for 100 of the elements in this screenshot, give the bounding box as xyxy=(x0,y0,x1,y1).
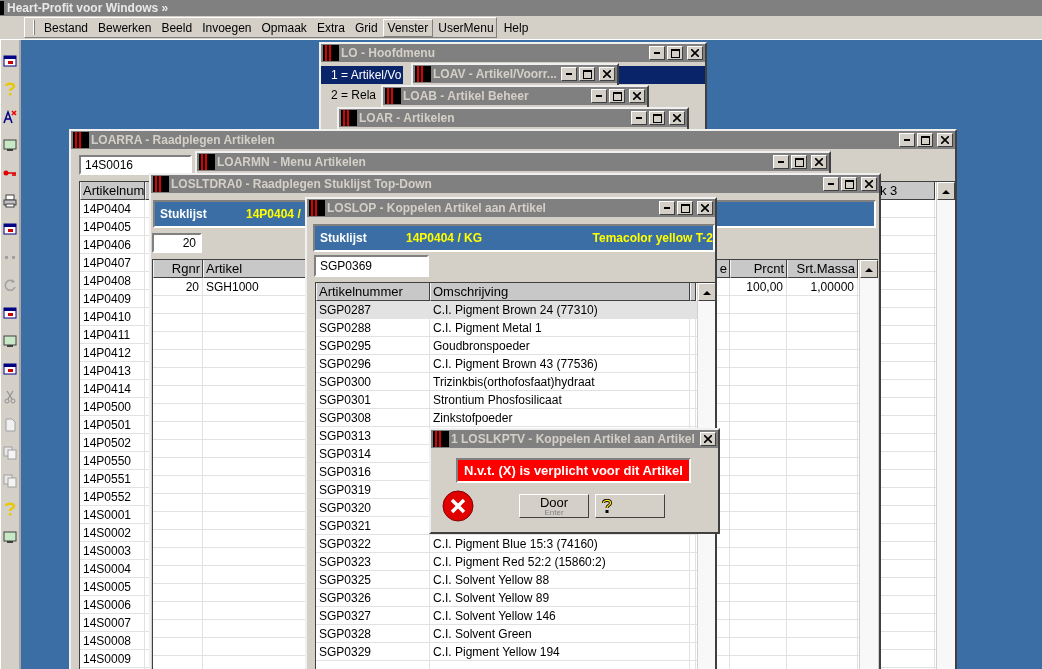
table-cell-text: SGP0322 xyxy=(318,535,373,552)
menu-item[interactable]: 1 = Artikel/Vo xyxy=(321,66,404,84)
article-code: 14P0404 / KG xyxy=(406,231,483,245)
menu-item[interactable]: Opmaak xyxy=(256,18,312,37)
table-row[interactable]: SGP0287 C.I. Pigment Brown 24 (77310) xyxy=(316,301,697,319)
window-icon[interactable] xyxy=(3,222,17,236)
menu-item[interactable]: Grid xyxy=(349,18,383,37)
minimize-button[interactable] xyxy=(899,133,915,147)
minimize-button[interactable] xyxy=(649,46,665,60)
app-icon xyxy=(309,200,325,216)
minimize-icon xyxy=(664,207,670,209)
table-cell-text: 14P0551 xyxy=(82,470,133,487)
close-button[interactable] xyxy=(861,177,877,191)
close-button[interactable] xyxy=(937,133,953,147)
search-field[interactable]: SGP0369 xyxy=(314,255,429,277)
maximize-button[interactable] xyxy=(649,111,665,125)
close-button[interactable] xyxy=(599,67,615,81)
screen-icon[interactable] xyxy=(3,334,17,348)
maximize-button[interactable] xyxy=(791,155,807,169)
close-button[interactable] xyxy=(629,89,645,103)
help-button[interactable] xyxy=(595,494,665,518)
table-cell-text: 14P0413 xyxy=(82,362,133,379)
menu-item[interactable]: Bestand xyxy=(39,18,94,37)
window-title: LOAB - Artikel Beheer xyxy=(403,89,529,103)
minimize-button[interactable] xyxy=(773,155,789,169)
close-button[interactable] xyxy=(811,155,827,169)
maximize-icon xyxy=(582,69,592,79)
window-icon[interactable] xyxy=(3,54,17,68)
menu-item[interactable]: Beeld xyxy=(156,18,198,37)
maximize-button[interactable] xyxy=(609,89,625,103)
menu-item[interactable]: Venster xyxy=(382,18,434,37)
table-row[interactable]: SGP0296 C.I. Pigment Brown 43 (77536) xyxy=(316,355,697,373)
maximize-button[interactable] xyxy=(917,133,933,147)
window-title: LOAR - Artikelen xyxy=(359,111,455,125)
window-title: LOAV - Artikel/Voorr... xyxy=(433,67,557,81)
minimize-button[interactable] xyxy=(631,111,647,125)
table-row[interactable]: SGP0326 C.I. Solvent Yellow 89 xyxy=(316,589,697,607)
quantity-field[interactable]: 20 xyxy=(152,233,202,253)
maximize-button[interactable] xyxy=(841,177,857,191)
table-row[interactable]: SGP0327 C.I. Solvent Yellow 146 xyxy=(316,607,697,625)
maximize-button[interactable] xyxy=(677,201,693,215)
table-cell-text: 100,00 xyxy=(745,278,784,295)
printer-icon[interactable] xyxy=(3,194,17,208)
door-button[interactable]: Door Enter xyxy=(519,494,589,518)
table-row[interactable]: SGP0301 Strontium Phosfosilicaat xyxy=(316,391,697,409)
table-row[interactable]: SGP0325 C.I. Solvent Yellow 88 xyxy=(316,571,697,589)
menu-item[interactable]: Extra xyxy=(311,18,350,37)
table-row[interactable]: SGP0308 Zinkstofpoeder xyxy=(316,409,697,427)
menu-item[interactable]: Bewerken xyxy=(93,18,157,37)
close-icon xyxy=(673,114,681,122)
table-row[interactable]: SGP0288 C.I. Pigment Metal 1 xyxy=(316,319,697,337)
window-icon[interactable] xyxy=(3,306,17,320)
minimize-button[interactable] xyxy=(823,177,839,191)
app-icon xyxy=(323,45,339,61)
app-icon xyxy=(433,431,449,447)
menu-item[interactable]: Help xyxy=(498,18,534,37)
table-row[interactable]: SGP0329 C.I. Pigment Yellow 194 xyxy=(316,643,697,661)
table-row[interactable]: SGP0328 C.I. Solvent Green xyxy=(316,625,697,643)
scroll-up-button[interactable] xyxy=(937,182,955,200)
table-cell-text: 20 xyxy=(184,278,200,295)
table-cell-text: SGP0295 xyxy=(318,337,373,354)
error-icon xyxy=(442,490,474,522)
screen-icon[interactable] xyxy=(3,530,17,544)
text-edit-icon[interactable] xyxy=(3,110,17,124)
close-button[interactable] xyxy=(669,111,685,125)
table-cell-text: 14P0406 xyxy=(82,236,133,253)
app-icon xyxy=(0,1,4,15)
column-header: Omschrijving xyxy=(430,283,690,301)
minimize-button[interactable] xyxy=(659,201,675,215)
scroll-up-button[interactable] xyxy=(698,283,715,301)
minimize-button[interactable] xyxy=(591,89,607,103)
close-button[interactable] xyxy=(700,432,716,446)
close-button[interactable] xyxy=(687,46,703,60)
menu-item[interactable]: UserMenu xyxy=(433,18,499,37)
table-row[interactable]: SGP0322 C.I. Pigment Blue 15:3 (74160) xyxy=(316,535,697,553)
table-row[interactable]: SGP0323 C.I. Pigment Red 52:2 (15860:2) xyxy=(316,553,697,571)
table-cell-text: SGP0329 xyxy=(318,643,373,660)
column-header: Prcnt xyxy=(730,260,787,278)
arrow-up-icon xyxy=(865,266,873,272)
table-cell-text: SGP0301 xyxy=(318,391,373,408)
table-cell-text: SGP0321 xyxy=(318,517,373,534)
maximize-button[interactable] xyxy=(667,46,683,60)
error-message: N.v.t. (X) is verplicht voor dit Artikel xyxy=(456,458,691,483)
minimize-button[interactable] xyxy=(561,67,577,81)
table-cell-text: SGP0288 xyxy=(318,319,373,336)
maximize-icon xyxy=(844,179,854,189)
search-field[interactable]: 14S0016 xyxy=(79,155,192,175)
menu-item[interactable]: Invoegen xyxy=(197,18,257,37)
table-row[interactable]: SGP0295 Goudbronspoeder xyxy=(316,337,697,355)
maximize-icon xyxy=(652,113,662,123)
table-row[interactable]: SGP0300 Trizinkbis(orthofosfaat)hydraat xyxy=(316,373,697,391)
maximize-icon xyxy=(670,48,680,58)
window-title: LOARMN - Menu Artikelen xyxy=(217,155,366,169)
scroll-up-button[interactable] xyxy=(860,260,878,278)
table-cell-text: 14P0410 xyxy=(82,308,133,325)
menu-item[interactable]: 2 = Rela xyxy=(321,86,379,104)
maximize-button[interactable] xyxy=(579,67,595,81)
window-icon[interactable] xyxy=(3,362,17,376)
screen-icon[interactable] xyxy=(3,138,17,152)
close-button[interactable] xyxy=(697,201,713,215)
